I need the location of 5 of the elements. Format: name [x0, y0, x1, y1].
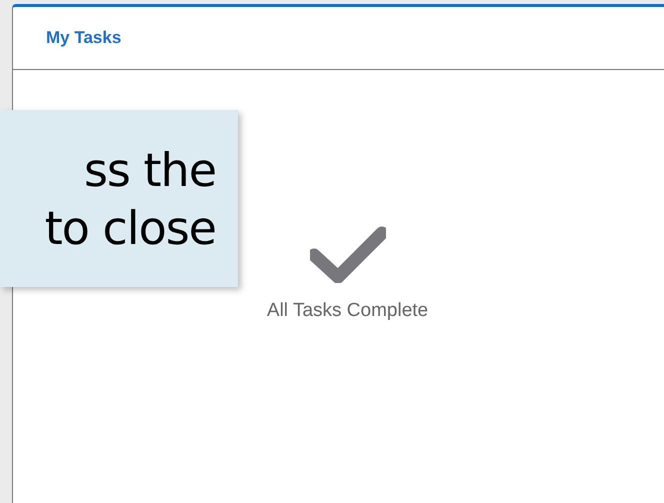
checkmark-icon — [310, 225, 386, 283]
empty-state-message: All Tasks Complete — [266, 299, 428, 323]
callout-text: ss the — [84, 142, 216, 198]
callout-text: to close — [44, 200, 216, 256]
panel-title: My Tasks — [46, 27, 122, 50]
